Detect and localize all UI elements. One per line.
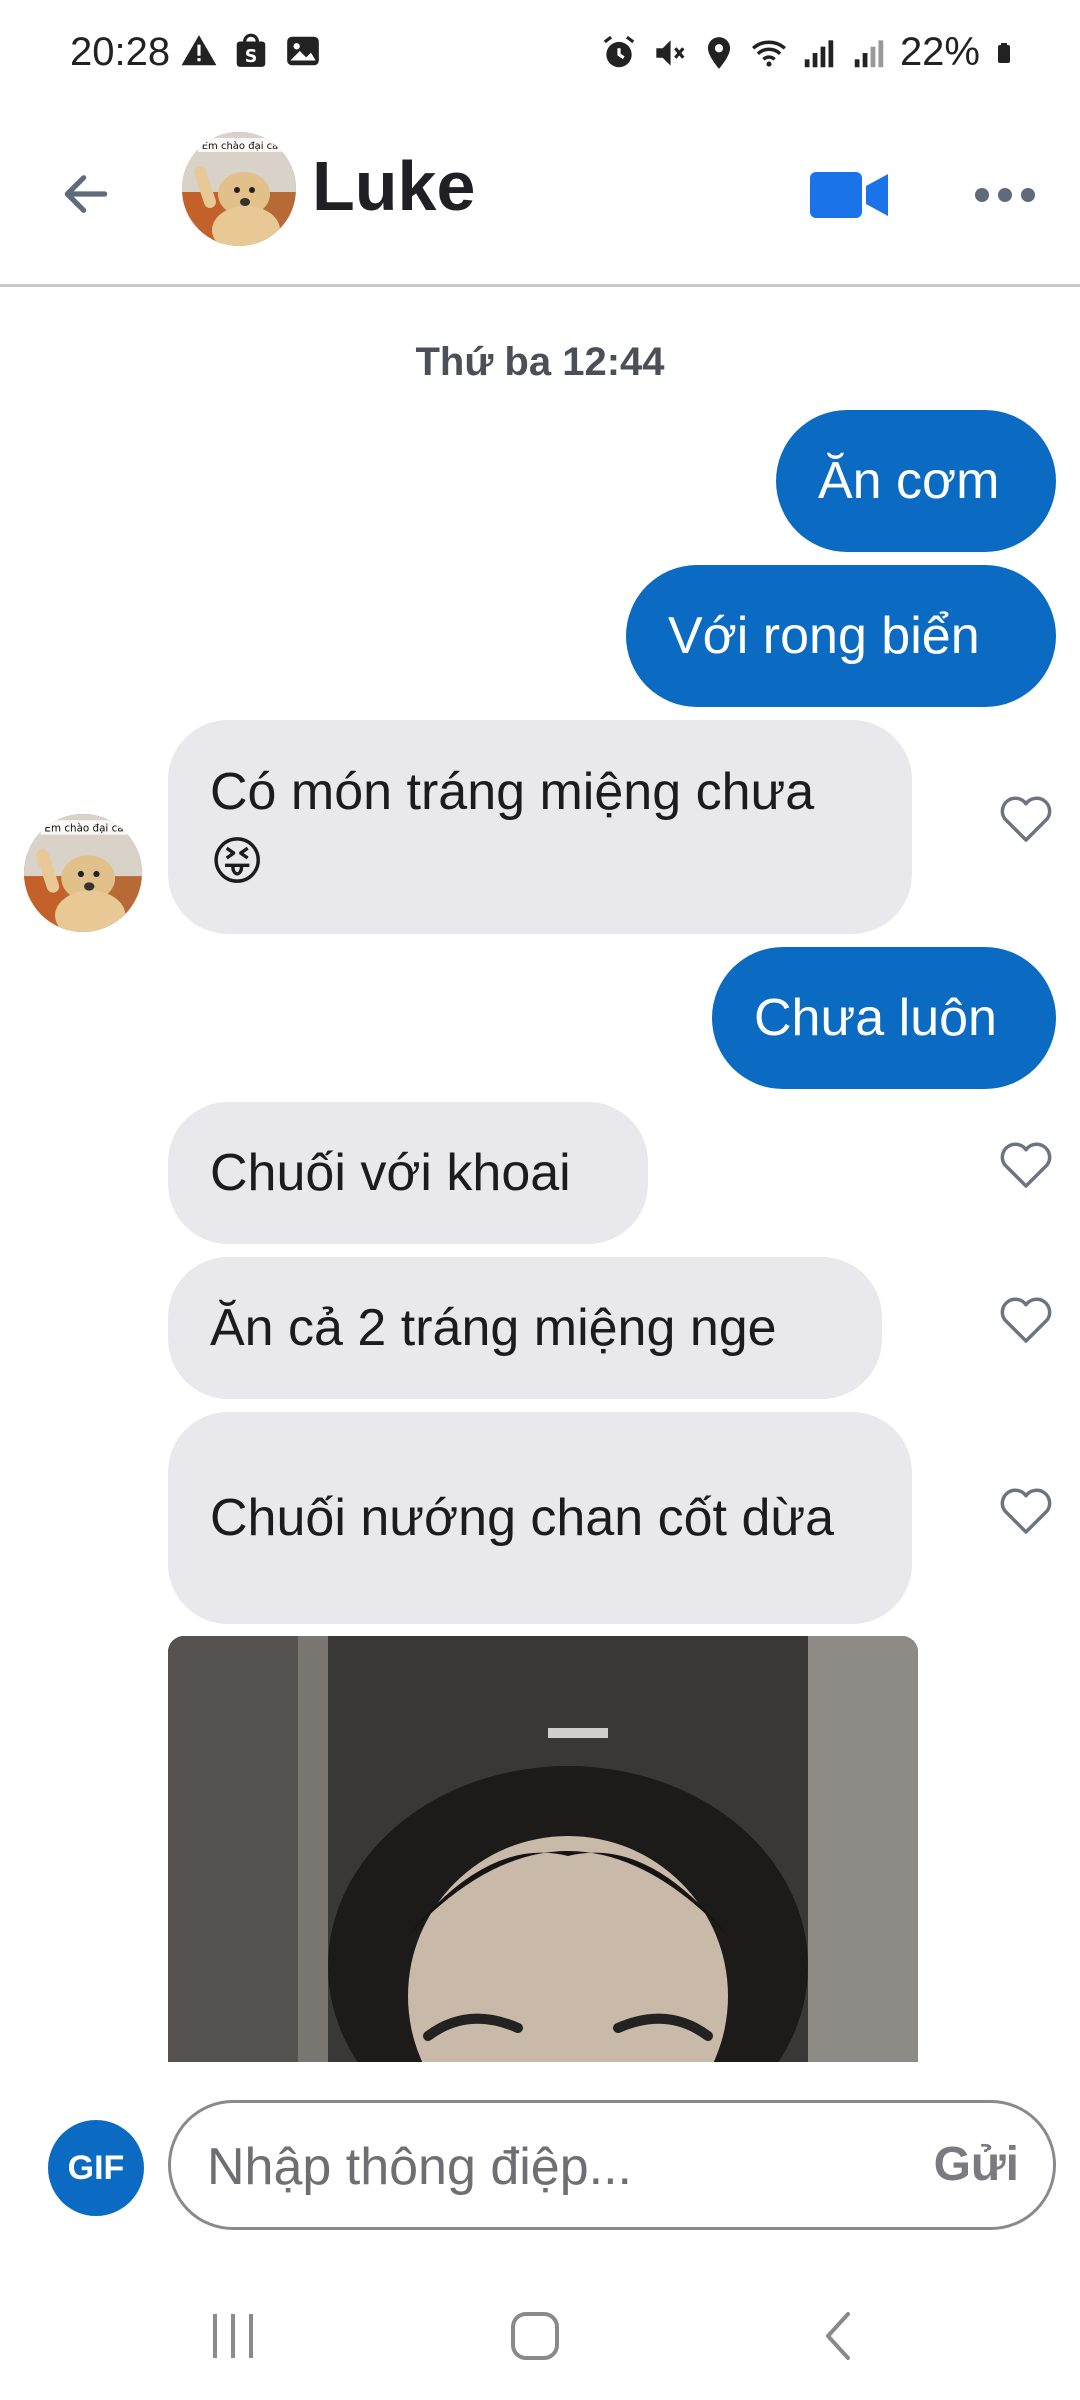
system-nav-bar	[0, 2270, 1080, 2400]
message-composer: Gửi	[168, 2100, 1056, 2230]
heart-icon[interactable]	[996, 790, 1056, 850]
status-left-icons: S	[180, 32, 322, 70]
signal-icon	[854, 39, 884, 67]
back-nav-button[interactable]	[794, 2300, 884, 2372]
outgoing-message[interactable]: Với rong biển	[626, 565, 1056, 707]
svg-text:S: S	[245, 47, 258, 67]
heart-icon[interactable]	[996, 1136, 1056, 1196]
contact-name[interactable]: Luke	[312, 146, 475, 226]
heart-icon[interactable]	[996, 1482, 1056, 1542]
video-call-icon	[810, 172, 888, 218]
home-button[interactable]	[490, 2300, 580, 2372]
contact-avatar-small[interactable]: Em chào đại ca	[24, 814, 142, 932]
incoming-message[interactable]: Ăn cả 2 tráng miệng nge	[168, 1257, 882, 1399]
image-icon	[287, 36, 319, 66]
video-call-button[interactable]	[806, 160, 892, 230]
contact-avatar[interactable]: Em chào đại ca	[182, 132, 296, 246]
battery-icon	[998, 42, 1010, 63]
avatar-caption: Em chào đại ca	[44, 823, 123, 835]
mute-icon	[656, 39, 685, 66]
wifi-icon	[751, 40, 786, 67]
signal-icon	[804, 39, 834, 67]
outgoing-message[interactable]: Chưa luôn	[712, 947, 1056, 1089]
heart-icon[interactable]	[996, 1291, 1056, 1351]
home-icon	[511, 2312, 559, 2360]
outgoing-message[interactable]: Ăn cơm	[776, 410, 1056, 552]
more-icon	[975, 188, 1035, 202]
gif-photo-image	[168, 1636, 918, 2062]
back-button[interactable]	[50, 158, 122, 230]
message-input[interactable]	[205, 2129, 849, 2205]
dog-avatar-image: Em chào đại ca	[24, 814, 142, 932]
shop-icon: S	[236, 33, 266, 67]
dog-avatar-image: Em chào đại ca	[182, 132, 296, 246]
incoming-message[interactable]: Có món tráng miệng chưa 😝	[168, 720, 912, 934]
avatar-caption: Em chào đại ca	[202, 140, 279, 152]
send-button[interactable]: Gửi	[934, 2137, 1019, 2192]
incoming-message[interactable]: Chuối với khoai	[168, 1102, 648, 1244]
chat-header: Em chào đại ca Luke	[0, 110, 1080, 287]
warning-icon	[181, 35, 217, 66]
incoming-message[interactable]: Chuối nướng chan cốt dừa	[168, 1412, 912, 1624]
status-bar: 20:28 S 22%	[0, 0, 1080, 110]
status-right-icons: 22%	[600, 30, 1016, 75]
recent-apps-button[interactable]	[188, 2300, 278, 2372]
recent-apps-icon	[213, 2314, 253, 2358]
date-separator: Thứ ba 12:44	[415, 340, 665, 384]
gif-message[interactable]	[168, 1636, 918, 2062]
more-options-button[interactable]	[968, 170, 1042, 220]
chevron-left-icon	[826, 2312, 850, 2360]
status-time: 20:28	[70, 30, 171, 74]
battery-percentage: 22%	[899, 30, 980, 74]
back-arrow-icon	[64, 175, 108, 213]
gif-button[interactable]: GIF	[48, 2120, 144, 2216]
alarm-icon	[603, 35, 635, 67]
location-icon	[707, 36, 731, 69]
